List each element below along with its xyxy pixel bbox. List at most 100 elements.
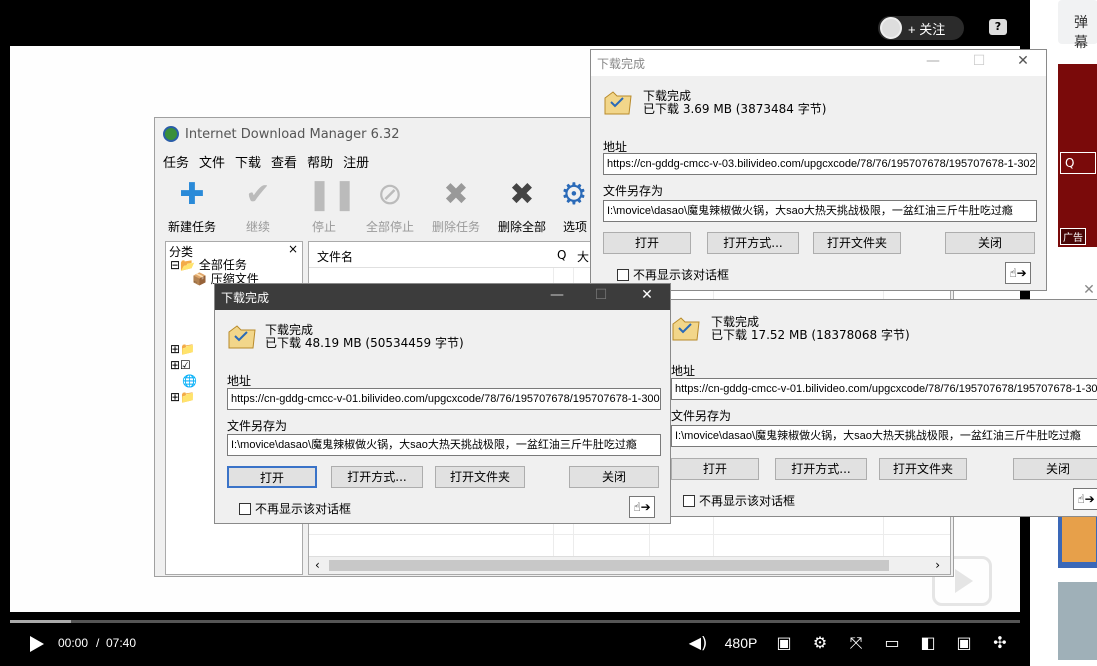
open-with-button[interactable]: 打开方式...: [331, 466, 423, 488]
scroll-thumb[interactable]: [329, 560, 889, 571]
tree-item-site[interactable]: 🌐: [182, 374, 197, 388]
checkbox[interactable]: [239, 502, 251, 515]
danmu-panel[interactable]: 弹幕: [1058, 0, 1097, 51]
saveas-label: 文件另存为: [227, 419, 288, 433]
hand-pointer-icon[interactable]: ☝➔: [1005, 262, 1031, 284]
hand-pointer-icon[interactable]: ☝➔: [1073, 488, 1097, 510]
hand-pointer-icon[interactable]: ☝➔: [629, 496, 655, 518]
open-with-button[interactable]: 打开方式...: [775, 458, 867, 480]
close-button[interactable]: 关闭: [569, 466, 659, 488]
open-with-button[interactable]: 打开方式...: [707, 232, 799, 254]
time-current: 00:00: [58, 636, 89, 650]
progress-bar[interactable]: [10, 620, 1020, 623]
danmu-label: 弹幕: [1074, 15, 1088, 51]
scroll-right-icon[interactable]: ›: [935, 558, 940, 572]
column-q[interactable]: Q: [557, 248, 566, 262]
column-filename[interactable]: 文件名: [317, 248, 353, 265]
pause-button[interactable]: ❚❚ 停止: [291, 174, 357, 236]
settings-icon[interactable]: ⚙: [802, 632, 838, 654]
menu-item-task[interactable]: 任务: [163, 152, 189, 171]
open-button[interactable]: 打开: [227, 466, 317, 488]
horizontal-scrollbar[interactable]: ‹ ›: [309, 556, 950, 574]
open-folder-button[interactable]: 打开文件夹: [879, 458, 967, 480]
widescreen-icon[interactable]: ◧: [910, 632, 946, 654]
address-label: 地址: [227, 374, 252, 388]
dont-show-checkbox[interactable]: 不再显示该对话框: [683, 492, 795, 509]
menu-item-register[interactable]: 注册: [343, 152, 369, 171]
checkbox[interactable]: [617, 268, 629, 281]
column-size[interactable]: 大: [577, 248, 589, 265]
resume-button[interactable]: ✔ 继续: [225, 174, 291, 236]
menu-item-download[interactable]: 下载: [235, 152, 261, 171]
volume-icon[interactable]: ◀): [680, 632, 716, 654]
address-label: 地址: [671, 364, 696, 378]
saveas-field[interactable]: I:\movice\dasao\魔鬼辣椒做火锅，大sao大热天挑战极限，一盆红油…: [671, 425, 1097, 447]
danmu-settings-icon[interactable]: ⤧: [838, 632, 874, 654]
address-field[interactable]: https://cn-gddg-cmcc-v-03.bilivideo.com/…: [603, 153, 1037, 175]
new-task-button[interactable]: ✚ 新建任务: [159, 174, 225, 236]
maximize-icon[interactable]: ☐: [591, 287, 611, 303]
folder-check-icon: [671, 314, 701, 342]
danmu-off-icon[interactable]: ▣: [766, 632, 802, 654]
dont-show-checkbox[interactable]: 不再显示该对话框: [239, 500, 351, 517]
dont-show-checkbox[interactable]: 不再显示该对话框: [617, 266, 729, 283]
follow-button[interactable]: + 关注: [878, 16, 964, 40]
mini-player-icon[interactable]: ▭: [874, 632, 910, 654]
quality-selector[interactable]: 480P: [716, 632, 766, 654]
close-icon[interactable]: ✕: [1079, 282, 1097, 298]
ad-banner[interactable]: Q 广告: [1058, 64, 1097, 247]
menu-item-view[interactable]: 查看: [271, 152, 297, 171]
pause-icon: ❚❚: [307, 177, 358, 212]
options-button[interactable]: ⚙ 选项: [555, 174, 595, 236]
menu-item-help[interactable]: 帮助: [307, 152, 333, 171]
address-field[interactable]: https://cn-gddg-cmcc-v-01.bilivideo.com/…: [671, 378, 1097, 400]
minimize-icon[interactable]: —: [923, 53, 943, 69]
close-button[interactable]: 关闭: [945, 232, 1035, 254]
menu-item-file[interactable]: 文件: [199, 152, 225, 171]
player-controls: 00:00 / 07:40 ◀) 480P ▣ ⚙ ⤧ ▭ ◧ ▣ ✣: [0, 626, 1030, 660]
delete-task-button[interactable]: ✖ 删除任务: [423, 174, 489, 236]
tree-item-queue[interactable]: ⊞📁: [170, 390, 195, 404]
stop-all-icon: ⊘: [377, 177, 403, 212]
dialog-titlebar: 下载完成 — ☐ ✕: [215, 284, 670, 310]
open-button[interactable]: 打开: [603, 232, 691, 254]
open-folder-button[interactable]: 打开文件夹: [435, 466, 525, 488]
toolbar: ✚ 新建任务 ✔ 继续 ❚❚ 停止 ⊘ 全部停止 ✖ 删除任务 ✖ 删除全部 ⚙…: [159, 174, 595, 236]
checkbox[interactable]: [683, 494, 695, 507]
dialog-title: 下载完成: [221, 291, 270, 305]
player-top-bar: + 关注 ?: [0, 0, 1030, 46]
follow-label: + 关注: [908, 21, 946, 37]
avatar: [880, 17, 902, 39]
fullscreen-icon[interactable]: ✣: [982, 632, 1018, 654]
saveas-field[interactable]: I:\movice\dasao\魔鬼辣椒做火锅，大sao大热天挑战极限，一盆红油…: [603, 200, 1037, 222]
close-button[interactable]: 关闭: [1013, 458, 1097, 480]
folder-check-icon: [227, 322, 257, 350]
menu-bar: 任务 文件 下载 查看 帮助 注册: [163, 152, 369, 171]
search-icon: Q: [1060, 152, 1096, 174]
scroll-left-icon[interactable]: ‹: [315, 558, 320, 572]
delete-all-button[interactable]: ✖ 删除全部: [489, 174, 555, 236]
download-complete-dialog: 下载完成 — ☐ ✕ 下载完成 已下载 3.69 MB (3873484 字节)…: [590, 49, 1047, 291]
recommend-thumbnail[interactable]: [1058, 582, 1097, 660]
stop-all-button[interactable]: ⊘ 全部停止: [357, 174, 423, 236]
minimize-icon[interactable]: —: [547, 287, 567, 303]
open-folder-button[interactable]: 打开文件夹: [813, 232, 901, 254]
window-title-text: Internet Download Manager 6.32: [185, 126, 400, 142]
web-fullscreen-icon[interactable]: ▣: [946, 632, 982, 654]
tree-item-unfinished[interactable]: ⊞📁: [170, 342, 195, 356]
saveas-field[interactable]: I:\movice\dasao\魔鬼辣椒做火锅，大sao大热天挑战极限，一盆红油…: [227, 434, 661, 456]
time-total: 07:40: [106, 636, 137, 650]
close-icon[interactable]: ✕: [1013, 53, 1033, 69]
help-icon[interactable]: ?: [989, 19, 1007, 35]
time-separator: /: [96, 636, 100, 650]
maximize-icon[interactable]: ☐: [969, 53, 989, 69]
idm-logo-icon: [163, 126, 179, 142]
close-icon[interactable]: ✕: [637, 287, 657, 303]
tree-item-finished[interactable]: ⊞☑: [170, 358, 191, 372]
dialog-titlebar: 下载完成 — ☐ ✕: [591, 50, 1046, 76]
dialog-downloaded-size: 已下载 17.52 MB (18378068 字节): [711, 328, 910, 342]
open-button[interactable]: 打开: [671, 458, 759, 480]
address-field[interactable]: https://cn-gddg-cmcc-v-01.bilivideo.com/…: [227, 388, 661, 410]
close-icon[interactable]: ×: [288, 242, 298, 256]
play-icon[interactable]: [30, 636, 44, 652]
